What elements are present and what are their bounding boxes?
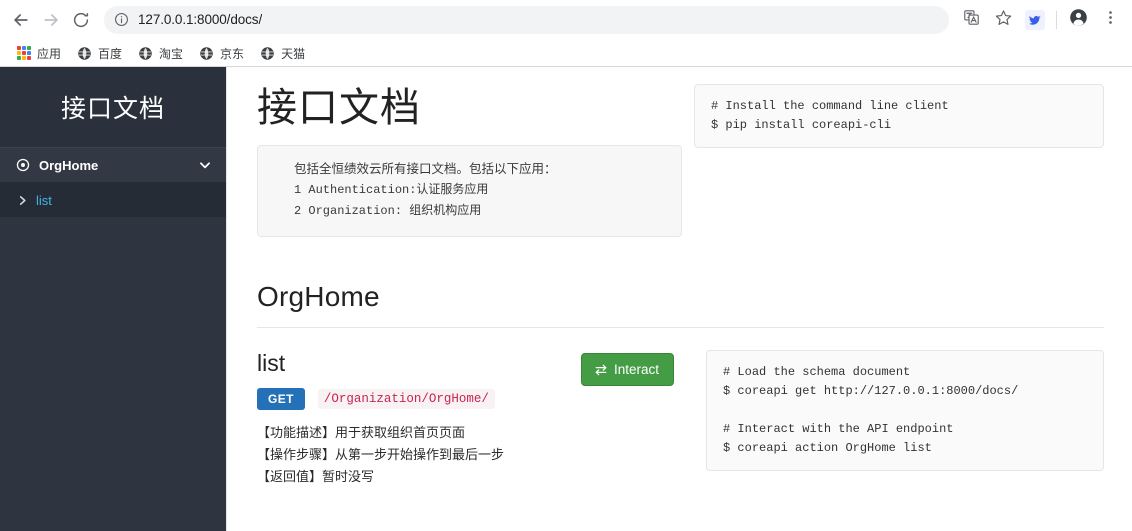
section-title-orghome: OrgHome — [257, 281, 380, 312]
back-arrow-icon — [11, 10, 31, 30]
bookmark-star-button[interactable] — [989, 6, 1017, 34]
api-path: /Organization/OrgHome/ — [317, 389, 495, 409]
sidebar-sub-label: list — [36, 192, 52, 208]
browser-chrome: 127.0.0.1:8000/docs/ 应用 百度 淘宝 京东 天猫 — [0, 0, 1132, 67]
interact-button-label: Interact — [614, 362, 660, 377]
api-link-description: 【功能描述】用于获取组织首页页面 【操作步骤】从第一步开始操作到最后一步 【返回… — [257, 422, 577, 488]
bookmark-label: 应用 — [37, 46, 62, 61]
sidebar: 接口文档 OrgHome list — [0, 67, 227, 531]
page-title: 接口文档 — [257, 86, 421, 130]
star-icon — [995, 9, 1012, 31]
chevron-down-icon[interactable] — [198, 158, 212, 172]
bookmark-apps[interactable]: 应用 — [10, 42, 68, 64]
extension-bird-icon — [1025, 9, 1045, 30]
section-divider — [257, 327, 1104, 328]
bookmark-baidu[interactable]: 百度 — [70, 42, 129, 64]
browser-menu-button[interactable] — [1096, 6, 1124, 34]
intro-row: 接口文档 包括全恒绩效云所有接口文档。包括以下应用： 1 Authenticat… — [257, 67, 1104, 237]
intro-right-column: # Install the command line client $ pip … — [694, 67, 1104, 148]
sidebar-item-list[interactable]: list — [0, 183, 226, 217]
chevron-right-icon — [17, 195, 28, 206]
reload-icon — [72, 11, 90, 29]
interact-button-wrap: Interact — [577, 350, 675, 386]
bookmark-label: 百度 — [98, 46, 123, 61]
main-content: 接口文档 包括全恒绩效云所有接口文档。包括以下应用： 1 Authenticat… — [227, 67, 1132, 531]
bookmark-label: 天猫 — [281, 46, 306, 61]
bookmark-label: 京东 — [220, 46, 245, 61]
api-desc-line: 【功能描述】用于获取组织首页页面 — [257, 425, 466, 440]
globe-icon — [138, 46, 153, 61]
api-link-row: list GET /Organization/OrgHome/ 【功能描述】用于… — [257, 350, 1104, 488]
bookmarks-bar: 应用 百度 淘宝 京东 天猫 — [0, 39, 1132, 67]
api-desc-line: 【返回值】暂时没写 — [257, 469, 375, 484]
sidebar-item-label: OrgHome — [39, 157, 99, 173]
description-line: 包括全恒绩效云所有接口文档。包括以下应用： — [294, 162, 557, 176]
profile-button[interactable] — [1064, 6, 1092, 34]
sidebar-item-orghome[interactable]: OrgHome — [0, 147, 226, 183]
three-dot-menu-icon — [1102, 9, 1119, 31]
intro-left-column: 接口文档 包括全恒绩效云所有接口文档。包括以下应用： 1 Authenticat… — [257, 67, 694, 237]
address-bar-url: 127.0.0.1:8000/docs/ — [138, 12, 263, 27]
api-method-row: GET /Organization/OrgHome/ — [257, 388, 577, 410]
api-link-info: list GET /Organization/OrgHome/ 【功能描述】用于… — [257, 350, 577, 488]
bookmark-label: 淘宝 — [159, 46, 184, 61]
account-avatar-icon — [1069, 8, 1088, 32]
http-method-badge: GET — [257, 388, 305, 410]
api-link-code-column: # Load the schema document $ coreapi get… — [674, 350, 1104, 471]
bookmark-taobao[interactable]: 淘宝 — [131, 42, 190, 64]
forward-button[interactable] — [36, 5, 66, 35]
sidebar-filler — [0, 217, 226, 531]
description-line: 2 Organization: 组织机构应用 — [294, 204, 482, 218]
bookmark-tmall[interactable]: 天猫 — [253, 42, 312, 64]
apps-grid-icon — [17, 46, 31, 60]
interact-button[interactable]: Interact — [581, 353, 675, 386]
browser-toolbar: 127.0.0.1:8000/docs/ — [0, 0, 1132, 39]
api-link-title: list — [257, 350, 286, 376]
globe-icon — [199, 46, 214, 61]
api-usage-code-block: # Load the schema document $ coreapi get… — [706, 350, 1104, 471]
description-line: 1 Authentication:认证服务应用 — [294, 183, 489, 197]
toolbar-divider — [1056, 10, 1057, 29]
api-desc-line: 【操作步骤】从第一步开始操作到最后一步 — [257, 447, 505, 462]
globe-icon — [260, 46, 275, 61]
target-dot-icon — [16, 158, 30, 172]
globe-icon — [77, 46, 92, 61]
bookmark-jd[interactable]: 京东 — [192, 42, 251, 64]
address-bar[interactable]: 127.0.0.1:8000/docs/ — [104, 5, 949, 34]
install-code-block: # Install the command line client $ pip … — [694, 84, 1104, 148]
api-description-box: 包括全恒绩效云所有接口文档。包括以下应用： 1 Authentication:认… — [257, 145, 682, 237]
page-body: 接口文档 OrgHome list 接口文档 包括全恒绩效云所有接口文档。包括以… — [0, 67, 1132, 531]
exchange-arrows-icon — [594, 363, 608, 377]
extension-button[interactable] — [1021, 6, 1049, 34]
sidebar-brand[interactable]: 接口文档 — [0, 67, 226, 147]
reload-button[interactable] — [66, 5, 96, 35]
translate-button[interactable] — [957, 6, 985, 34]
back-button[interactable] — [6, 5, 36, 35]
forward-arrow-icon — [41, 10, 61, 30]
site-info-icon[interactable] — [114, 12, 129, 27]
translate-icon — [963, 9, 980, 31]
